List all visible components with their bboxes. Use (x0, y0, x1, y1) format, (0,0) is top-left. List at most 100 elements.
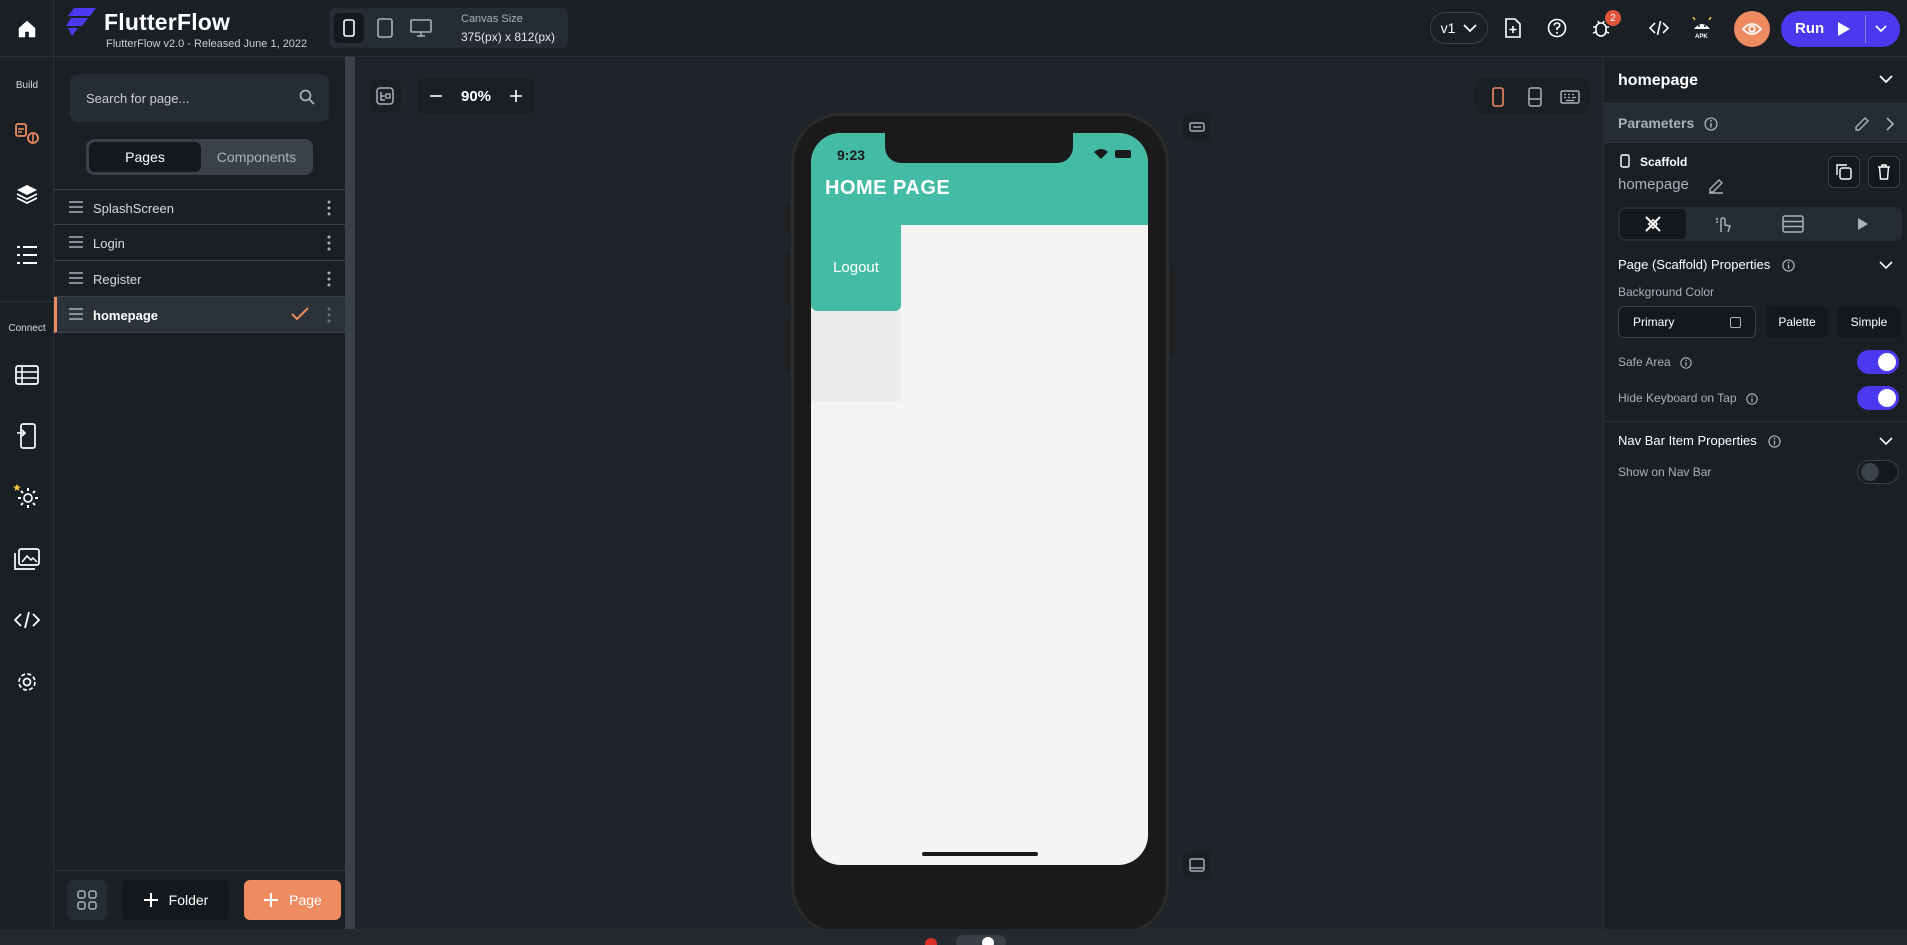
drag-handle-icon (69, 272, 83, 284)
palette-button[interactable]: Palette (1766, 306, 1828, 338)
simple-button[interactable]: Simple (1837, 306, 1901, 338)
keyboard-button[interactable] (1557, 84, 1583, 110)
custom-code-button[interactable] (9, 602, 45, 638)
download-apk-button[interactable]: APK (1688, 14, 1716, 42)
wifi-icon (1094, 149, 1108, 159)
background-color-select[interactable]: Primary (1618, 306, 1756, 338)
panel-scrollbar[interactable] (345, 57, 355, 929)
properties-tabs (1618, 207, 1902, 241)
chevron-down-icon[interactable] (1879, 75, 1893, 84)
search-icon (299, 89, 315, 105)
app-bar[interactable]: 9:23 HOME PAGE (811, 133, 1148, 225)
show-nav-bar-toggle[interactable] (1857, 460, 1899, 484)
background-color-value: Primary (1633, 315, 1675, 329)
grid-view-button[interactable] (67, 880, 107, 920)
status-time: 9:23 (837, 147, 866, 163)
copy-widget-button[interactable] (1828, 156, 1860, 188)
version-label: v1 (1440, 20, 1456, 36)
widget-tree-button[interactable] (9, 176, 45, 212)
more-vert-icon[interactable] (327, 307, 331, 323)
safe-area-label: Safe Area (1618, 355, 1692, 369)
check-icon (291, 307, 309, 321)
phone-screen[interactable]: 9:23 HOME PAGE Logout (811, 133, 1148, 865)
phone-portrait-icon (1492, 87, 1504, 107)
add-folder-button[interactable]: Folder (122, 880, 229, 920)
code-view-button[interactable] (1645, 14, 1673, 42)
drag-handle-icon (69, 236, 83, 248)
preview-button[interactable] (1734, 11, 1770, 47)
phone-volume-up (786, 252, 791, 306)
chevron-down-icon[interactable] (1874, 22, 1888, 36)
page-row-splashscreen[interactable]: SplashScreen (54, 189, 345, 225)
desktop-device-button[interactable] (406, 13, 436, 43)
keyboard-icon (1560, 90, 1580, 104)
home-indicator-toggle[interactable] (1183, 851, 1211, 879)
database-icon (1782, 215, 1804, 233)
page-properties-header[interactable]: Page (Scaffold) Properties (1618, 257, 1795, 272)
chevron-right-icon[interactable] (1886, 117, 1894, 131)
page-row-login[interactable]: Login (54, 225, 345, 261)
chevron-down-icon[interactable] (1879, 261, 1893, 270)
more-vert-icon[interactable] (327, 200, 331, 216)
apk-label: APK (1695, 34, 1708, 40)
column-container[interactable] (811, 311, 901, 401)
widget-tree-toggle[interactable] (369, 80, 401, 112)
page-row-register[interactable]: Register (54, 261, 345, 297)
tab-properties[interactable] (1620, 209, 1686, 239)
tab-actions[interactable] (1690, 209, 1756, 239)
portrait-button[interactable] (1485, 84, 1511, 110)
page-name: SplashScreen (93, 201, 174, 216)
tablet-device-button[interactable] (370, 13, 400, 43)
hide-keyboard-toggle[interactable] (1857, 386, 1899, 410)
page-name: Register (93, 272, 142, 287)
tab-animations[interactable] (1830, 209, 1896, 239)
info-icon (1704, 117, 1718, 131)
widget-palette-button[interactable] (9, 115, 45, 151)
plus-icon (510, 90, 522, 102)
chevron-down-icon (1463, 23, 1478, 32)
parameters-bar[interactable]: Parameters (1604, 103, 1907, 143)
safe-area-toggle[interactable] (1857, 350, 1899, 374)
phone-device-button[interactable] (334, 13, 364, 43)
delete-widget-button[interactable] (1868, 156, 1900, 188)
taskbar-dot (982, 937, 994, 945)
images-icon (14, 548, 40, 570)
app-bar-title[interactable]: HOME PAGE (825, 177, 950, 200)
nav-bar-properties-header[interactable]: Nav Bar Item Properties (1618, 433, 1782, 448)
tab-components[interactable]: Components (203, 142, 310, 172)
search-input[interactable] (70, 74, 290, 122)
device-frame-button[interactable] (1522, 84, 1548, 110)
add-page-button[interactable]: Page (244, 880, 341, 920)
run-button[interactable]: Run (1781, 11, 1900, 47)
gear-icon (18, 673, 36, 691)
logout-button[interactable]: Logout (811, 224, 901, 311)
parameters-label: Parameters (1618, 115, 1718, 131)
tab-pages[interactable]: Pages (89, 142, 201, 172)
media-assets-button[interactable] (9, 541, 45, 577)
phone-mute-switch (786, 204, 791, 232)
edit-icon[interactable] (1854, 116, 1870, 132)
home-icon (18, 20, 35, 37)
more-vert-icon[interactable] (327, 235, 331, 251)
help-button[interactable] (1543, 14, 1571, 42)
page-row-homepage[interactable]: homepage (54, 297, 345, 333)
version-selector[interactable]: v1 (1430, 12, 1488, 44)
zoom-in-button[interactable] (507, 87, 525, 105)
home-button[interactable] (0, 0, 54, 57)
more-vert-icon[interactable] (327, 271, 331, 287)
tab-backend-query[interactable] (1760, 209, 1826, 239)
firestore-button[interactable] (9, 357, 45, 393)
taskbar-item[interactable] (956, 935, 1006, 945)
edit-icon[interactable] (1708, 178, 1724, 194)
settings-button[interactable] (9, 664, 45, 700)
app-settings-button[interactable] (9, 479, 45, 515)
status-bar-toggle[interactable] (1183, 113, 1211, 141)
connect-label: Connect (8, 323, 46, 334)
chevron-down-icon[interactable] (1879, 437, 1893, 446)
debug-button[interactable]: 2 (1587, 10, 1621, 42)
pages-panel: Pages Components SplashScreen Login Regi… (54, 57, 345, 929)
add-file-button[interactable] (1499, 14, 1527, 42)
api-calls-button[interactable] (9, 418, 45, 454)
tablet-icon (377, 18, 393, 38)
storyboard-button[interactable] (9, 237, 45, 273)
